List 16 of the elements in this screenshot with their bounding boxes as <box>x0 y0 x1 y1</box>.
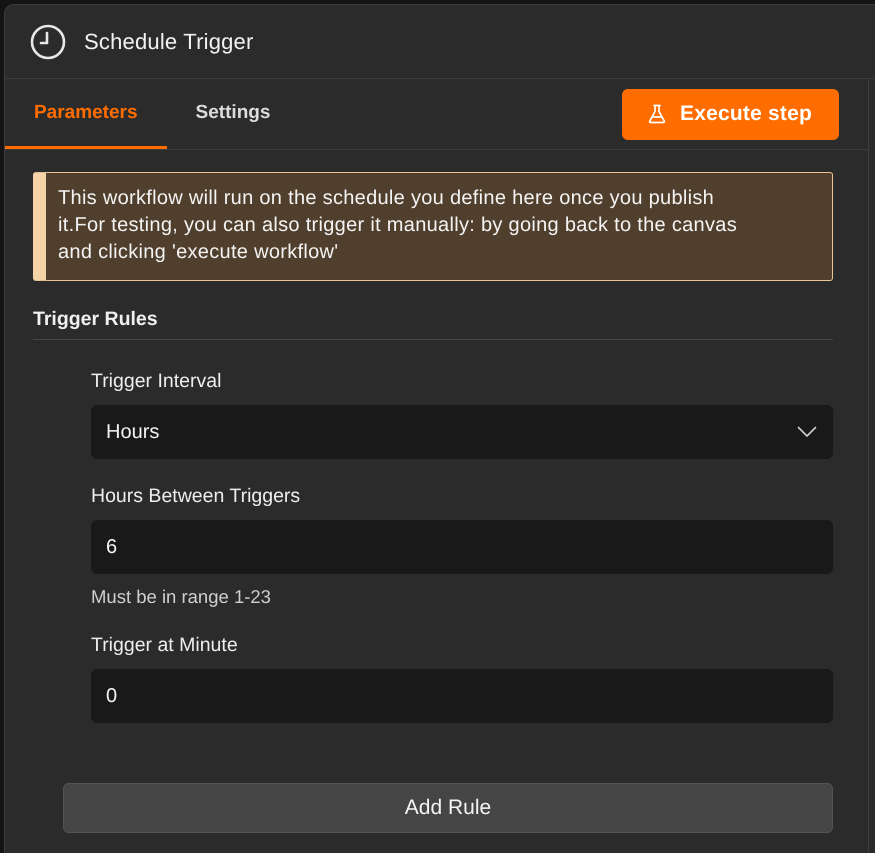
info-callout: This workflow will run on the schedule you define here once you publish it.For testing, you can also trigger it manually: by going back to the canvas and clicking 'execute workflow' <box>33 172 833 281</box>
input-field[interactable]: 6 <box>91 520 833 574</box>
hint-text: Must be in range 1-23 <box>91 586 272 608</box>
panel-title: Schedule Trigger <box>84 28 254 54</box>
tab[interactable]: Parameters <box>5 79 167 149</box>
flask-icon <box>648 104 666 124</box>
chevron-down-icon <box>797 426 817 438</box>
section-title: Trigger Rules <box>33 308 833 340</box>
field-label: Hours Between Triggers <box>91 485 302 508</box>
tab[interactable]: Settings <box>166 79 300 149</box>
add-rule-button[interactable]: Add Rule <box>63 783 833 833</box>
field-label: Trigger Interval <box>91 370 222 393</box>
dropdown-field[interactable]: Hours <box>91 405 833 459</box>
clock-icon <box>30 24 66 60</box>
input-field[interactable]: 0 <box>91 669 833 723</box>
field-label: Trigger at Minute <box>91 634 239 657</box>
